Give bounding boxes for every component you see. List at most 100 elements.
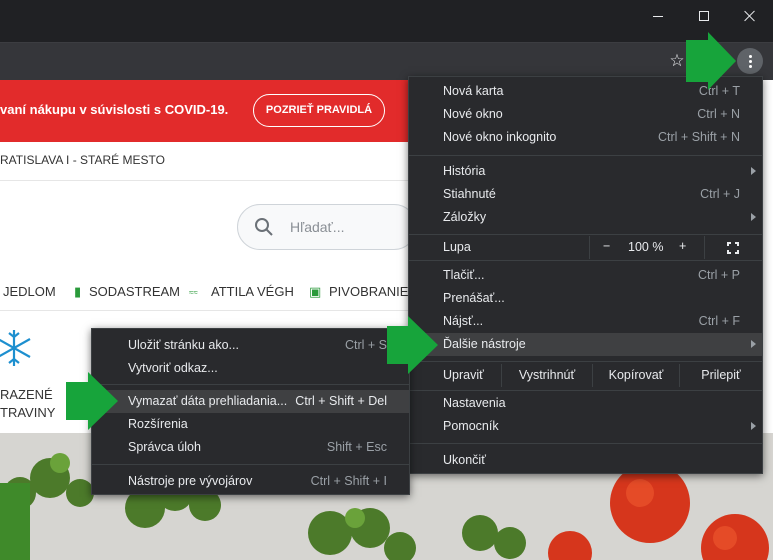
zoom-level: 100 % (628, 240, 664, 254)
divider (0, 310, 410, 311)
menu-zoom: Lupa − 100 % + (409, 236, 762, 259)
submenu-save-page[interactable]: Uložiť stránku ako... Ctrl + S (92, 334, 409, 357)
beer-icon: ▣ (309, 284, 322, 299)
menu-help[interactable]: Pomocník (409, 415, 762, 438)
chrome-main-menu: Nová karta Ctrl + T Nové okno Ctrl + N N… (408, 76, 763, 474)
category-jedlom[interactable]: JEDLOM (3, 284, 56, 299)
snowflake-icon (0, 330, 31, 366)
menu-label: Záložky (443, 210, 487, 224)
menu-label: Upraviť (443, 368, 484, 382)
menu-edit-row: Upraviť Vystrihnúť Kopírovať Prilepiť (409, 364, 762, 387)
menu-more-tools[interactable]: Ďalšie nástroje (409, 333, 762, 356)
more-tools-submenu: Uložiť stránku ako... Ctrl + S Vytvoriť … (91, 328, 410, 495)
menu-label: Nové okno inkognito (443, 130, 557, 144)
vertical-dots-icon[interactable] (737, 48, 763, 74)
copy-button[interactable]: Kopírovať (592, 364, 679, 387)
menu-shortcut: Ctrl + Shift + Del (295, 394, 387, 408)
maximize-button[interactable] (681, 0, 727, 32)
minimize-icon (653, 15, 663, 17)
divider (589, 236, 590, 259)
menu-label: Vymazať dáta prehliadania... (128, 394, 288, 408)
menu-incognito[interactable]: Nové okno inkognito Ctrl + Shift + N (409, 126, 762, 149)
menu-separator (409, 155, 762, 156)
category-attila-vegh[interactable]: ATTILA VÉGH (211, 284, 294, 299)
menu-label: Tlačiť... (443, 268, 485, 282)
menu-label: Vytvoriť odkaz... (128, 361, 218, 375)
search-placeholder: Hľadať... (290, 219, 345, 235)
banner-text: vaní nákupu v súvislosti s COVID-19. (0, 102, 229, 117)
menu-label: Nová karta (443, 84, 504, 98)
brand-icon: ≈≈ (189, 288, 198, 297)
submenu-task-manager[interactable]: Správca úloh Shift + Esc (92, 436, 409, 459)
submenu-devtools[interactable]: Nástroje pre vývojárov Ctrl + Shift + I (92, 470, 409, 493)
menu-new-window[interactable]: Nové okno Ctrl + N (409, 103, 762, 126)
menu-label: Nástroje pre vývojárov (128, 474, 253, 488)
paste-button[interactable]: Prilepiť (679, 364, 762, 387)
close-button[interactable] (727, 0, 773, 32)
cut-button[interactable]: Vystrihnúť (501, 364, 592, 387)
menu-cast[interactable]: Prenášať... (409, 287, 762, 310)
menu-shortcut: Shift + Esc (326, 440, 387, 454)
submenu-extensions[interactable]: Rozšírenia (92, 413, 409, 436)
maximize-icon (699, 11, 709, 21)
submenu-clear-browsing-data[interactable]: Vymazať dáta prehliadania... Ctrl + Shif… (92, 390, 409, 413)
menu-shortcut: Ctrl + S (344, 338, 387, 352)
menu-label: Nové okno (443, 107, 503, 121)
menu-label: Stiahnuté (443, 187, 496, 201)
frozen-line2: TRAVINY (0, 405, 56, 420)
menu-label: Ďalšie nástroje (443, 337, 526, 351)
frozen-category[interactable]: RAZENÉ TRAVINY (0, 386, 55, 422)
menu-history[interactable]: História (409, 160, 762, 183)
menu-separator (409, 390, 762, 391)
divider (704, 236, 705, 259)
bottle-icon: ▮ (74, 284, 82, 299)
fullscreen-icon[interactable] (727, 242, 739, 254)
menu-shortcut: Ctrl + N (697, 107, 740, 121)
menu-shortcut: Ctrl + Shift + N (658, 130, 740, 144)
submenu-create-shortcut[interactable]: Vytvoriť odkaz... (92, 357, 409, 380)
menu-new-tab[interactable]: Nová karta Ctrl + T (409, 80, 762, 103)
divider (0, 180, 410, 181)
store-location[interactable]: RATISLAVA I - STARÉ MESTO (0, 153, 165, 167)
menu-label: Nájsť... (443, 314, 484, 328)
menu-separator (409, 234, 762, 235)
title-bar (0, 0, 773, 42)
chevron-right-icon (751, 167, 756, 175)
search-input[interactable]: Hľadať... (237, 204, 417, 250)
frozen-line1: RAZENÉ (0, 387, 53, 402)
close-icon (744, 10, 756, 22)
chevron-right-icon (751, 213, 756, 221)
menu-label: Rozšírenia (128, 417, 188, 431)
menu-label: Prenášať... (443, 291, 505, 305)
category-row: JEDLOM ▮ SODASTREAM ≈≈ ATTILA VÉGH ▣ PIV… (0, 280, 410, 304)
menu-downloads[interactable]: Stiahnuté Ctrl + J (409, 183, 762, 206)
menu-label: Správca úloh (128, 440, 201, 454)
star-icon[interactable]: ☆ (666, 50, 688, 72)
menu-find[interactable]: Nájsť... Ctrl + F (409, 310, 762, 333)
zoom-in-button[interactable]: + (679, 239, 686, 253)
search-icon (255, 218, 273, 236)
menu-label: Lupa (443, 240, 471, 254)
zoom-out-button[interactable]: − (603, 239, 610, 253)
menu-separator (409, 443, 762, 444)
minimize-button[interactable] (635, 0, 681, 32)
category-pivobranie[interactable]: PIVOBRANIE (329, 284, 408, 299)
menu-shortcut: Ctrl + Shift + I (310, 474, 387, 488)
menu-settings[interactable]: Nastavenia (409, 392, 762, 415)
browser-toolbar: ☆ (0, 42, 773, 80)
chevron-right-icon (751, 340, 756, 348)
menu-separator (409, 361, 762, 362)
covid-banner: vaní nákupu v súvislosti s COVID-19. POZ… (0, 80, 410, 142)
menu-shortcut: Ctrl + J (700, 187, 740, 201)
menu-exit[interactable]: Ukončiť (409, 449, 762, 472)
menu-separator (409, 260, 762, 261)
menu-bookmarks[interactable]: Záložky (409, 206, 762, 229)
chevron-right-icon (751, 422, 756, 430)
menu-label: Ukončiť (443, 453, 486, 467)
category-sodastream[interactable]: SODASTREAM (89, 284, 180, 299)
menu-print[interactable]: Tlačiť... Ctrl + P (409, 264, 762, 287)
rules-button[interactable]: POZRIEŤ PRAVIDLÁ (253, 94, 385, 127)
menu-separator (92, 384, 409, 385)
menu-label: História (443, 164, 486, 178)
menu-label: Pomocník (443, 419, 499, 433)
